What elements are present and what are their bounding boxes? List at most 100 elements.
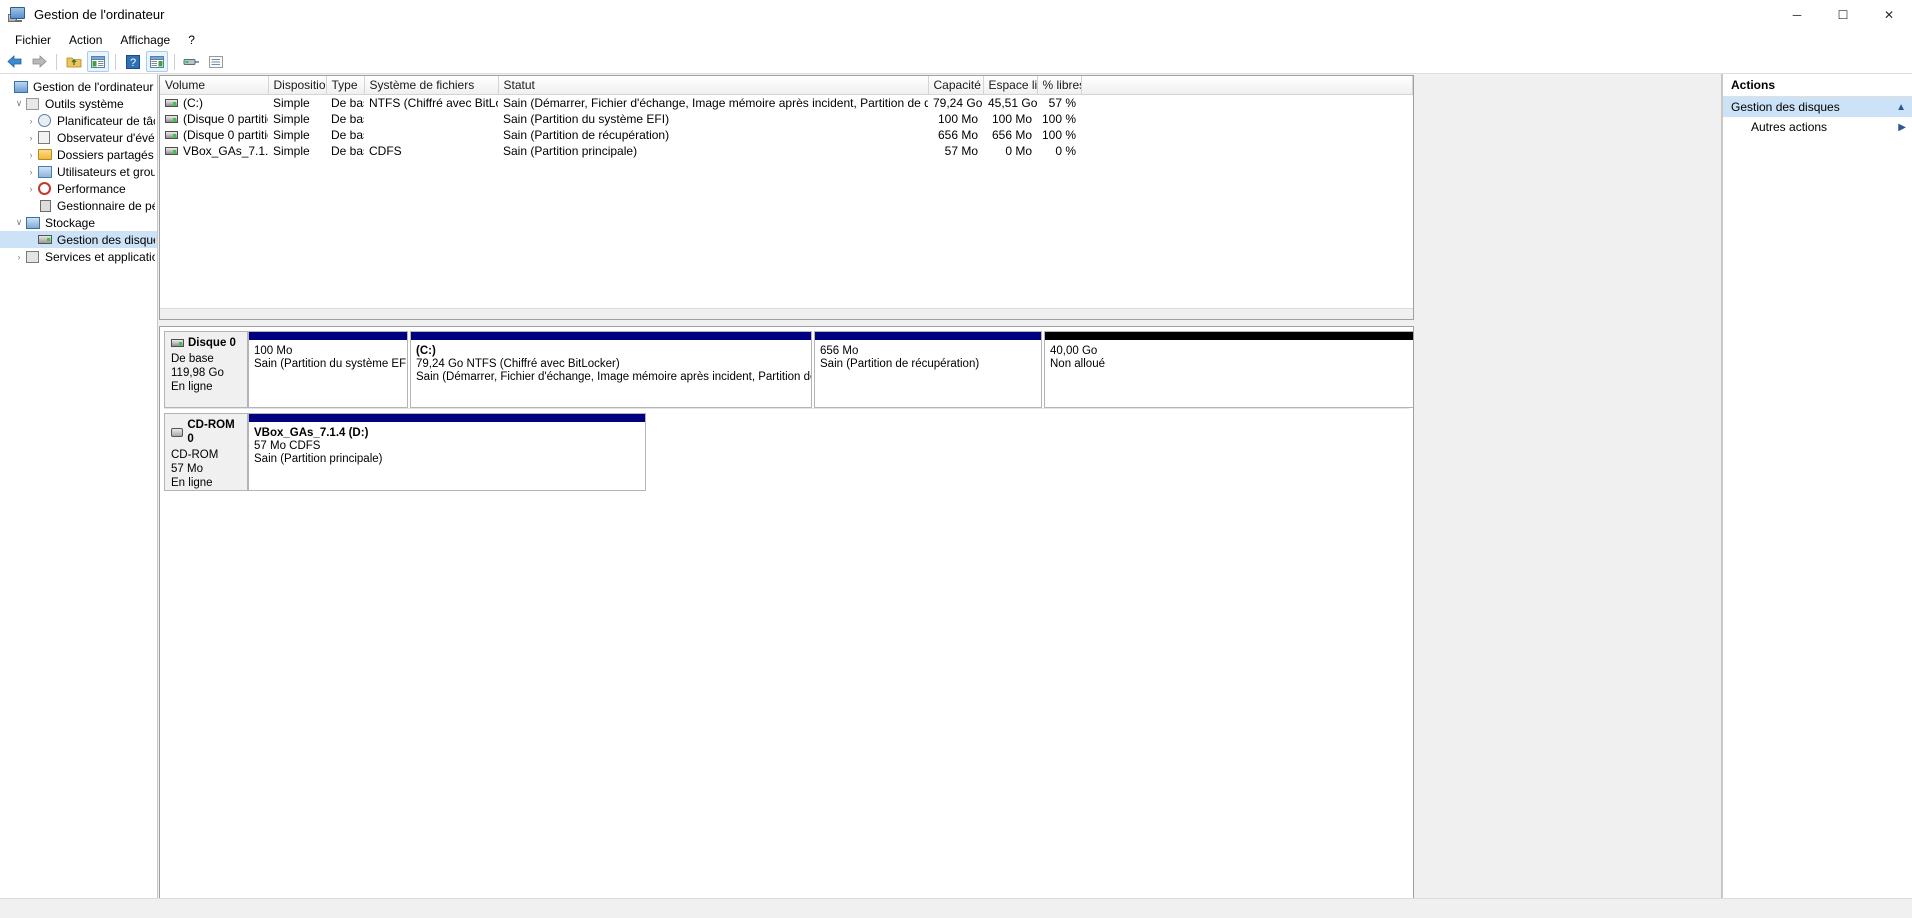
menu-affichage[interactable]: Affichage	[111, 31, 179, 49]
chevron-right-icon[interactable]: ›	[24, 133, 38, 143]
show-action-pane-button[interactable]	[146, 51, 168, 72]
toolbar: ?	[0, 50, 1912, 74]
maximize-button[interactable]: ☐	[1820, 0, 1866, 30]
partition-efi[interactable]: 100 Mo Sain (Partition du système EFI)	[248, 331, 408, 408]
tree-item-event-viewer[interactable]: › Observateur d'événeme	[0, 129, 157, 146]
partition-vbox-guest-additions[interactable]: VBox_GAs_7.1.4 (D:) 57 Mo CDFS Sain (Par…	[248, 413, 646, 491]
chevron-right-icon[interactable]: ›	[24, 167, 38, 177]
cell-volume: (Disque 0 partition 4)	[160, 127, 268, 143]
tree-label: Gestionnaire de périphé	[57, 198, 155, 213]
chevron-right-icon[interactable]: ›	[24, 150, 38, 160]
show-hide-tree-button[interactable]	[87, 51, 109, 72]
computer-management-icon	[8, 6, 26, 24]
tree-item-storage[interactable]: ∨ Stockage	[0, 214, 157, 231]
volume-name: (C:)	[183, 96, 203, 110]
disk-state: En ligne	[171, 477, 213, 489]
menu-action[interactable]: Action	[60, 31, 111, 49]
chevron-right-icon[interactable]: ›	[24, 116, 38, 126]
volume-name: (Disque 0 partition 1)	[183, 112, 268, 126]
column-header-filesystem[interactable]: Système de fichiers	[364, 76, 499, 95]
column-header-type[interactable]: Type	[326, 76, 365, 95]
tree-label: Services et applications	[45, 249, 155, 264]
rescan-disks-button[interactable]	[181, 51, 203, 72]
partition-status: Sain (Partition principale)	[254, 453, 383, 465]
chevron-right-icon[interactable]: ▶	[1898, 122, 1906, 133]
clock-icon	[38, 113, 54, 128]
action-item-more-actions[interactable]: Autres actions ▶	[1723, 117, 1912, 137]
minimize-button[interactable]: ─	[1774, 0, 1820, 30]
cell-percent-free: 0 %	[1055, 144, 1076, 158]
chevron-right-icon[interactable]: ›	[12, 252, 26, 262]
disk-size: 119,98 Go	[171, 367, 224, 379]
toolbar-separator-2	[115, 53, 116, 70]
forward-button[interactable]	[28, 51, 50, 72]
up-folder-button[interactable]	[63, 51, 85, 72]
event-log-icon	[38, 130, 54, 145]
tree-item-shared-folders[interactable]: › Dossiers partagés	[0, 146, 157, 163]
chevron-up-icon[interactable]: ▲	[1896, 102, 1906, 113]
partition-c[interactable]: (C:) 79,24 Go NTFS (Chiffré avec BitLock…	[410, 331, 812, 408]
menu-fichier[interactable]: Fichier	[6, 31, 60, 49]
cell-status: Sain (Partition du système EFI)	[503, 112, 670, 126]
partition-color-bar	[249, 332, 407, 341]
disk-header-disque-0[interactable]: Disque 0 De base 119,98 Go En ligne	[164, 331, 248, 408]
tree-item-system-tools[interactable]: ∨ Outils système	[0, 95, 157, 112]
navigation-tree[interactable]: Gestion de l'ordinateur (local) ∨ Outils…	[0, 74, 158, 918]
partition-recovery[interactable]: 656 Mo Sain (Partition de récupération)	[814, 331, 1042, 408]
disk-row-cdrom-0[interactable]: CD-ROM 0 CD-ROM 57 Mo En ligne VBox_GAs_…	[164, 413, 1409, 491]
table-row[interactable]: (Disque 0 partition 1) Simple De base Sa…	[160, 111, 1413, 127]
menu-aide[interactable]: ?	[179, 31, 204, 49]
partition-size: 656 Mo	[820, 345, 859, 357]
column-header-percent-free[interactable]: % libres	[1037, 76, 1082, 95]
volume-list[interactable]: Volume Disposition Type Système de fichi…	[159, 75, 1414, 320]
table-row[interactable]: VBox_GAs_7.1.4 (D:) Simple De base CDFS …	[160, 143, 1413, 159]
properties-button[interactable]	[205, 51, 227, 72]
partition-unallocated[interactable]: 40,00 Go Non alloué	[1044, 331, 1413, 408]
partition-color-bar	[815, 332, 1041, 341]
disk-title: CD-ROM 0	[171, 418, 241, 446]
cell-percent-free: 57 %	[1048, 96, 1076, 110]
tree-item-device-manager[interactable]: Gestionnaire de périphé	[0, 197, 157, 214]
volume-list-horizontal-scrollbar[interactable]	[160, 308, 1413, 319]
back-button[interactable]	[4, 51, 26, 72]
action-group-label: Gestion des disques	[1731, 100, 1840, 114]
close-button[interactable]: ✕	[1866, 0, 1912, 30]
tree-item-services-applications[interactable]: › Services et applications	[0, 248, 157, 265]
cell-percent-free: 100 %	[1042, 128, 1077, 142]
cell-disposition: Simple	[273, 128, 310, 142]
disk-header-cdrom-0[interactable]: CD-ROM 0 CD-ROM 57 Mo En ligne	[164, 413, 248, 491]
partition-label: VBox_GAs_7.1.4 (D:)	[254, 427, 369, 439]
twisty-icon[interactable]: ∨	[12, 98, 26, 109]
table-row[interactable]: (Disque 0 partition 4) Simple De base Sa…	[160, 127, 1413, 143]
tree-item-task-scheduler[interactable]: › Planificateur de tâches	[0, 112, 157, 129]
storage-icon	[26, 215, 42, 230]
tree-item-performance[interactable]: › Performance	[0, 180, 157, 197]
cell-free-space: 45,51 Go	[988, 96, 1037, 110]
disk-icon	[171, 339, 184, 347]
cell-capacity: 656 Mo	[937, 128, 978, 142]
help-button[interactable]: ?	[122, 51, 144, 72]
performance-icon	[38, 181, 54, 196]
disk-row-disque-0[interactable]: Disque 0 De base 119,98 Go En ligne 100 …	[164, 331, 1413, 409]
partition-size: 79,24 Go NTFS (Chiffré avec BitLocker)	[416, 358, 620, 370]
twisty-icon[interactable]: ∨	[12, 217, 26, 228]
column-header-free-space[interactable]: Espace libre	[983, 76, 1038, 95]
column-header-disposition[interactable]: Disposition	[268, 76, 327, 95]
column-header-volume[interactable]: Volume	[160, 76, 269, 95]
chevron-right-icon[interactable]: ›	[24, 184, 38, 194]
tree-item-computer-management[interactable]: Gestion de l'ordinateur (local)	[0, 78, 157, 95]
cell-free-space: 100 Mo	[991, 112, 1032, 126]
tree-item-users-groups[interactable]: › Utilisateurs et groupes l	[0, 163, 157, 180]
drive-icon	[165, 99, 178, 107]
disk-name: CD-ROM 0	[187, 419, 235, 445]
disk-management-content: Volume Disposition Type Système de fichi…	[158, 74, 1722, 918]
column-header-status[interactable]: Statut	[498, 76, 929, 95]
cell-disposition: Simple	[273, 112, 310, 126]
column-header-capacity[interactable]: Capacité	[928, 76, 984, 95]
action-group-disk-management[interactable]: Gestion des disques ▲	[1723, 97, 1912, 117]
tree-item-disk-management[interactable]: Gestion des disques	[0, 231, 157, 248]
graphical-disk-view[interactable]: Disque 0 De base 119,98 Go En ligne 100 …	[159, 326, 1414, 918]
cell-filesystem	[364, 127, 498, 143]
partition-size: 100 Mo	[254, 345, 293, 357]
table-row[interactable]: (C:) Simple De base NTFS (Chiffré avec B…	[160, 95, 1413, 112]
